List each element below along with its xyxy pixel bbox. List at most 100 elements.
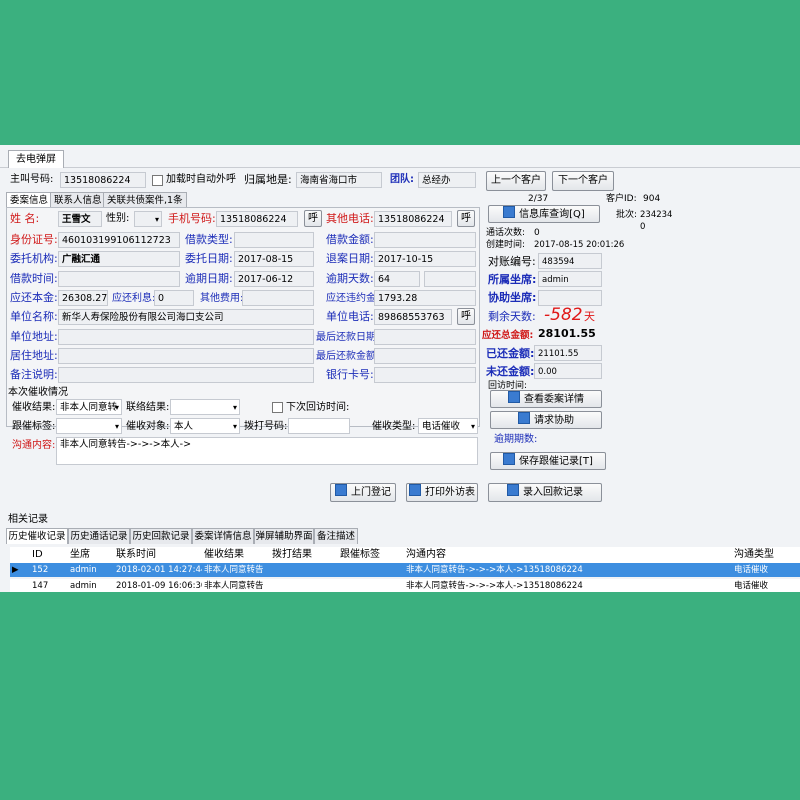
entrust-date-field[interactable]: 2017-08-15 [234,251,314,267]
next-callback-label: 下次回访时间: [286,402,350,413]
dial-number-field[interactable] [288,418,350,434]
employer-phone-label: 单位电话: [326,310,374,323]
print-visit-button[interactable]: 打印外访表 [406,483,478,502]
column-header[interactable]: 跟催标签 [340,547,404,563]
result-label: 催收结果: [12,402,56,413]
table-row[interactable]: ▶ 152 admin 2018-02-01 14:27:44 非本人同意转告 非本人同意… [10,563,800,577]
bank-card-field[interactable] [374,367,476,383]
unpaid-field[interactable]: 0.00 [534,363,602,379]
gender-select[interactable]: ▾ [134,211,162,227]
type-select[interactable]: 电话催收 ▾ [418,418,478,434]
save-record-button[interactable]: 保存跟催记录[T] [490,452,606,470]
employer-phone-field[interactable]: 89868553763 [374,309,452,325]
assist-field[interactable] [538,290,602,306]
auto-call-checkbox[interactable] [152,175,163,186]
view-details-button[interactable]: 查看委案详情 [490,390,602,408]
column-header[interactable]: 拨打结果 [272,547,338,563]
request-help-button[interactable]: 请求协助 [490,411,602,429]
window-tab-strip: 去电弹屏 [0,145,800,168]
tab-contacts[interactable]: 联系人信息 [50,192,106,208]
column-header[interactable]: 沟通类型 [734,547,800,563]
related-tab-0[interactable]: 历史催收记录 [6,528,68,544]
mobile-field[interactable]: 13518086224 [216,211,298,227]
prev-customer-button[interactable]: 上一个客户 [486,171,546,191]
related-tab-5[interactable]: 备注描述 [314,528,358,544]
contact-result-select[interactable]: ▾ [170,399,240,415]
remaining-days-unit: 天 [584,310,595,323]
column-header[interactable]: 催收结果 [204,547,270,563]
next-customer-button[interactable]: 下一个客户 [552,171,614,191]
agency-field[interactable]: 广融汇通 [58,251,180,267]
penalty-field[interactable]: 1793.28 [374,290,476,306]
id-field[interactable]: 460103199106112723 [58,232,180,248]
location-label: 归属地是: [244,173,292,186]
entrust-date-label: 委托日期: [185,252,233,265]
account-no-field[interactable]: 483594 [538,253,602,269]
table-cell: 非本人同意转告->->->本人->13518086224 [406,565,583,575]
overdue-days-field[interactable]: 64 [374,271,420,287]
last-repay-date-field[interactable] [374,329,476,345]
overdue-days-extra-field[interactable] [424,271,476,287]
name-field[interactable]: 王雪文 [58,211,102,227]
loan-amount-field[interactable] [374,232,476,248]
repaid-field[interactable]: 21101.55 [534,345,602,361]
assist-label: 协助坐席: [488,291,537,304]
visit-register-button[interactable]: 上门登记 [330,483,396,502]
search-icon [503,206,516,218]
tag-select[interactable]: ▾ [56,418,122,434]
chevron-down-icon: ▾ [114,422,119,431]
name-label: 姓 名: [10,212,40,225]
content-textarea[interactable]: 非本人同意转告->->->本人-> [56,437,478,465]
last-repay-amount-field[interactable] [374,348,476,364]
row-indicator-icon: ▶ [12,565,19,575]
tab-related-cases[interactable]: 关联共债案件,1条 [103,192,187,208]
column-header[interactable]: 联系时间 [116,547,202,563]
remark-field[interactable] [58,367,314,383]
tab-outgoing-call[interactable]: 去电弹屏 [8,150,64,168]
tab-case-info[interactable]: 委案信息 [6,192,53,208]
batch-extra: 0 [640,222,646,232]
related-tab-3[interactable]: 委案详情信息 [192,528,254,544]
employer-address-field[interactable] [58,329,314,345]
table-row[interactable]: 147 admin 2018-01-09 16:06:30 非本人同意转告 非本人同意转… [10,579,800,592]
dial-number-label: 拨打号码: [244,421,288,432]
related-tab-1[interactable]: 历史通话记录 [68,528,130,544]
loan-type-field[interactable] [234,232,314,248]
related-tab-2[interactable]: 历史回款记录 [130,528,192,544]
record-payment-button[interactable]: 录入回款记录 [488,483,602,502]
table-cell: 非本人同意转告 [204,565,264,575]
next-callback-checkbox[interactable] [272,402,283,413]
principal-label: 应还本金: [10,291,58,304]
seat-field[interactable]: admin [538,271,602,287]
remaining-days-value: -582 [544,305,583,325]
home-address-field[interactable] [58,348,314,364]
main-number-field[interactable]: 13518086224 [60,172,146,188]
table-cell: 电话催收 [734,581,769,591]
info-query-button[interactable]: 信息库查询[Q] [488,205,600,223]
call-other-phone-button[interactable]: 呼 [457,210,475,227]
column-header[interactable]: 沟通内容 [406,547,732,563]
call-mobile-button[interactable]: 呼 [304,210,322,227]
target-select[interactable]: 本人 ▾ [170,418,240,434]
other-phone-field[interactable]: 13518086224 [374,211,452,227]
related-tab-4[interactable]: 弹屏辅助界面 [254,528,314,544]
auto-call-label: 加载时自动外呼 [166,174,236,185]
overdue-date-field[interactable]: 2017-06-12 [234,271,314,287]
interest-field[interactable]: 0 [154,290,194,306]
table-cell: 非本人同意转告 [204,581,264,591]
other-fee-field[interactable] [242,290,314,306]
seat-label: 所属坐席: [488,273,537,286]
remark-label: 备注说明: [10,368,58,381]
other-fee-label: 其他费用: [200,293,244,304]
return-date-field[interactable]: 2017-10-15 [374,251,476,267]
chevron-down-icon: ▾ [470,422,475,431]
call-employer-button[interactable]: 呼 [457,308,475,325]
principal-field[interactable]: 26308.27 [58,290,108,306]
column-header[interactable]: ID [32,547,68,563]
unpaid-label: 未还金额: [486,365,535,378]
result-select[interactable]: 非本人同意转 ▾ [56,399,122,415]
loan-time-field[interactable] [58,271,180,287]
column-header[interactable]: 坐席 [70,547,114,563]
customer-id-value: 904 [643,194,661,204]
employer-field[interactable]: 新华人寿保险股份有限公司海口支公司 [58,309,314,325]
